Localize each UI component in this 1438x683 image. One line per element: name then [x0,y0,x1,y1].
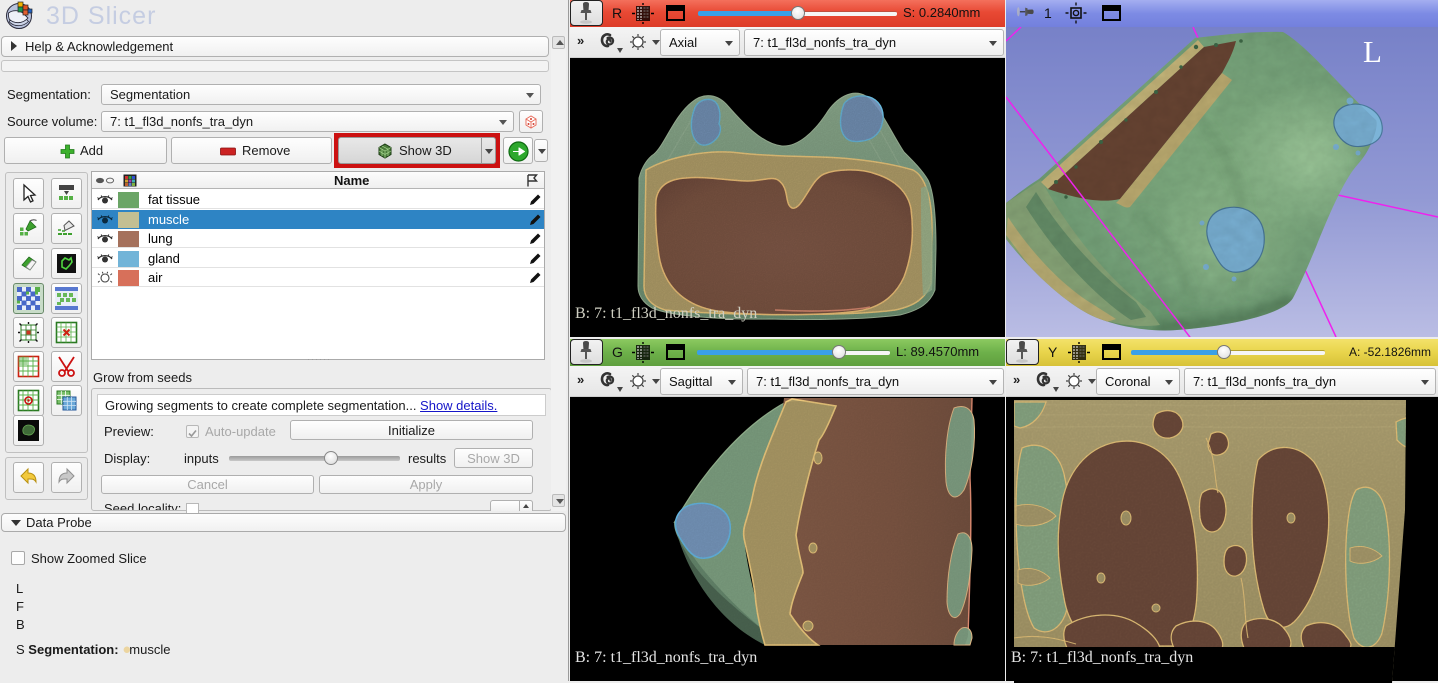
svg-text:L: L [1363,34,1382,69]
svg-text:B: 7: t1_fl3d_nonfs_tra_dyn: B: 7: t1_fl3d_nonfs_tra_dyn [575,649,757,666]
svg-text:B: 7: t1_fl3d_nonfs_tra_dyn: B: 7: t1_fl3d_nonfs_tra_dyn [1011,649,1193,666]
svg-text:B: 7: t1_fl3d_nonfs_tra_dyn: B: 7: t1_fl3d_nonfs_tra_dyn [575,305,757,322]
